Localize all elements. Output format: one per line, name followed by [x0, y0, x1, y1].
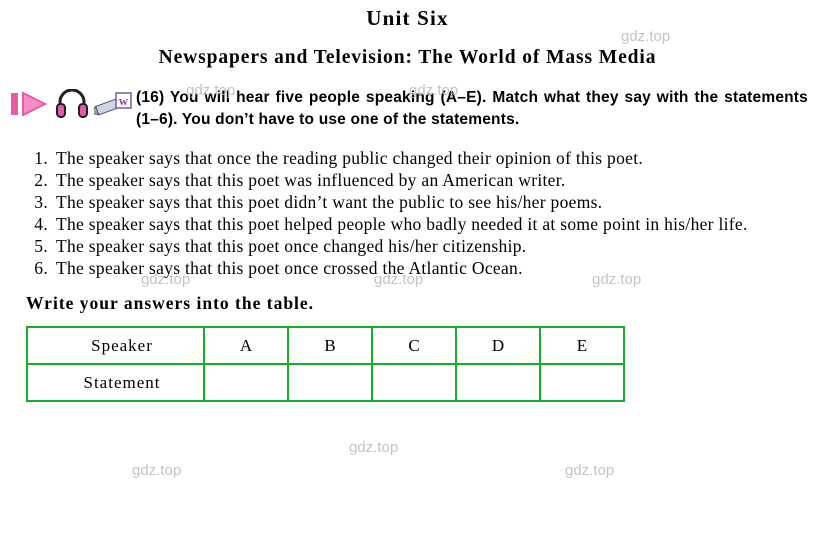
answer-cell-b[interactable]	[287, 363, 373, 402]
answer-cell-d[interactable]	[455, 363, 541, 402]
list-item-text: The speaker says that this poet didn’t w…	[56, 192, 603, 212]
watermark: gdz.top	[349, 439, 399, 456]
list-item-text: The speaker says that this poet was infl…	[56, 170, 566, 190]
list-item-number: 3.	[34, 192, 48, 212]
list-item-text: The speaker says that this poet once cha…	[56, 236, 527, 256]
answers-table: Speaker A B C D E Statement	[26, 326, 625, 402]
list-item: 3. The speaker says that this poet didn’…	[26, 192, 805, 213]
list-item-number: 1.	[34, 148, 48, 168]
speaker-cell-b: B	[287, 326, 373, 365]
list-item-text: The speaker says that this poet helped p…	[56, 214, 748, 234]
list-item: 1. The speaker says that once the readin…	[26, 148, 805, 169]
speaker-cell-c: C	[371, 326, 457, 365]
table-row: Speaker A B C D E	[26, 326, 625, 365]
list-item-text: The speaker says that this poet once cro…	[56, 258, 523, 278]
task-block: w (16) You will hear five people speakin…	[0, 87, 815, 131]
lesson-title: Newspapers and Television: The World of …	[158, 47, 657, 68]
speaker-cell-d: D	[455, 326, 541, 365]
answer-cell-c[interactable]	[371, 363, 457, 402]
worksheet-page: Unit Six Newspapers and Television: The …	[0, 6, 815, 534]
row-header-speaker: Speaker	[26, 326, 205, 365]
list-item-number: 4.	[34, 214, 48, 234]
watermark: gdz.top	[132, 462, 182, 479]
list-item: 2. The speaker says that this poet was i…	[26, 170, 805, 191]
table-row: Statement	[26, 363, 625, 402]
pencil-w-icon: w	[89, 90, 134, 118]
speaker-cell-e: E	[539, 326, 625, 365]
statements-list: 1. The speaker says that once the readin…	[0, 148, 815, 279]
headphones-icon	[56, 88, 88, 119]
list-item-text: The speaker says that once the reading p…	[56, 148, 644, 168]
row-header-statement: Statement	[26, 363, 205, 402]
list-item: 6. The speaker says that this poet once …	[26, 258, 805, 279]
answer-cell-e[interactable]	[539, 363, 625, 402]
task-instruction: (16) You will hear five people speaking …	[136, 89, 808, 128]
write-answers-instruction: Write your answers into the table.	[26, 293, 315, 313]
list-item: 5. The speaker says that this poet once …	[26, 236, 805, 257]
list-item: 4. The speaker says that this poet helpe…	[26, 214, 805, 235]
list-item-number: 6.	[34, 258, 48, 278]
speaker-cell-a: A	[203, 326, 289, 365]
watermark: gdz.top	[565, 462, 615, 479]
list-item-number: 5.	[34, 236, 48, 256]
task-icons: w	[8, 87, 136, 119]
page-title: Unit Six	[366, 6, 449, 30]
list-item-number: 2.	[34, 170, 48, 190]
play-triangle-icon	[8, 89, 50, 119]
answer-cell-a[interactable]	[203, 363, 289, 402]
svg-text:w: w	[119, 93, 129, 108]
